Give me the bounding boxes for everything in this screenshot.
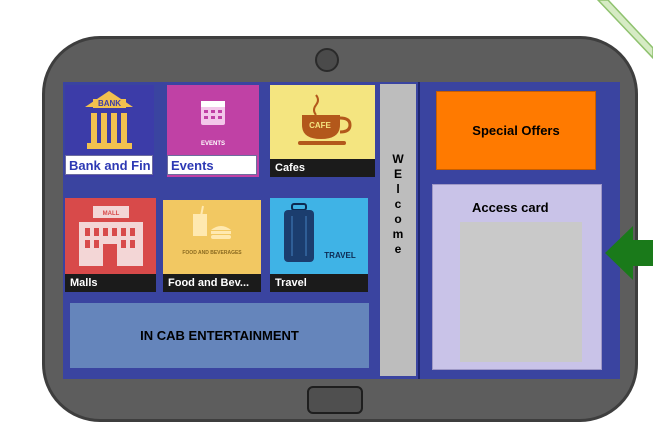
food-badge-text: FOOD AND BEVERAGES	[182, 250, 242, 256]
panel-divider	[418, 82, 420, 379]
entertainment-label: IN CAB ENTERTAINMENT	[140, 328, 299, 343]
mall-icon: MALL	[65, 198, 156, 274]
tile-label: Travel	[270, 274, 368, 292]
luggage-icon: TRAVEL	[270, 198, 368, 274]
welcome-letter: c	[394, 197, 402, 211]
mall-badge-text: MALL	[103, 211, 120, 217]
special-offers-button[interactable]: Special Offers	[436, 91, 596, 170]
access-card-title: Access card	[472, 200, 549, 215]
tile-events[interactable]: EVENTS Events	[167, 85, 259, 177]
tile-malls[interactable]: MALL Malls	[65, 198, 156, 292]
welcome-letter: W	[392, 152, 404, 166]
events-badge-text: EVENTS	[201, 141, 225, 147]
home-button[interactable]	[307, 386, 363, 414]
welcome-letter: E	[393, 167, 402, 181]
tile-label: Bank and Fin	[65, 155, 153, 175]
tile-travel[interactable]: TRAVEL Travel	[270, 198, 368, 292]
tile-label: Events	[167, 155, 257, 175]
tile-label: Food and Bev...	[163, 274, 261, 292]
coffee-cup-icon: CAFE	[270, 85, 375, 159]
welcome-letter: m	[392, 227, 404, 241]
welcome-strip: W E l c o m e	[380, 84, 416, 376]
burger-icon: FOOD AND BEVERAGES	[163, 200, 261, 274]
welcome-letter: l	[396, 182, 400, 196]
arrow-left-icon	[605, 226, 653, 280]
tile-cafes[interactable]: CAFE Cafes	[270, 85, 375, 177]
tile-label: Cafes	[270, 159, 375, 177]
tile-label: Malls	[65, 274, 156, 292]
bank-badge-text: BANK	[98, 99, 121, 108]
welcome-letter: o	[394, 212, 402, 226]
special-offers-label: Special Offers	[472, 123, 560, 138]
cafe-badge-text: CAFE	[309, 121, 331, 130]
access-card-slot[interactable]	[460, 222, 582, 362]
tile-bank-and-fin[interactable]: BANK Bank and Fin	[65, 85, 154, 177]
travel-badge-text: TRAVEL	[324, 251, 356, 260]
camera-icon	[315, 48, 339, 72]
tile-food-and-bev[interactable]: FOOD AND BEVERAGES Food and Bev...	[163, 200, 261, 292]
in-cab-entertainment-panel[interactable]: IN CAB ENTERTAINMENT	[70, 303, 369, 368]
welcome-letter: e	[394, 242, 402, 256]
